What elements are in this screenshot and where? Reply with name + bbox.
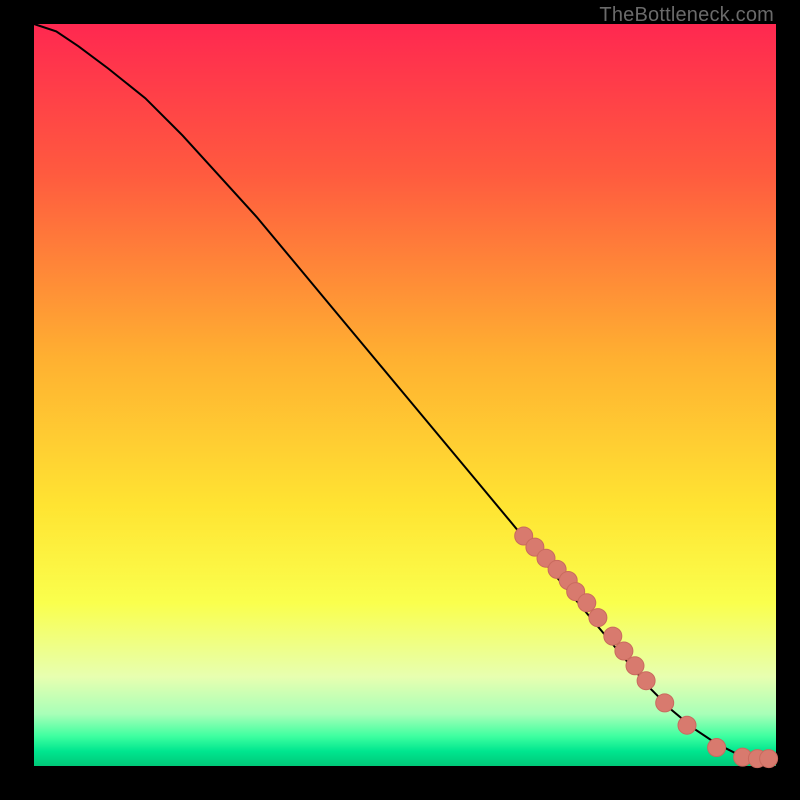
data-point xyxy=(615,642,633,660)
data-point xyxy=(678,716,696,734)
data-point xyxy=(760,750,778,768)
data-point xyxy=(578,594,596,612)
data-point xyxy=(708,739,726,757)
chart-frame: TheBottleneck.com xyxy=(0,0,800,800)
plot-area xyxy=(34,24,776,766)
data-point xyxy=(604,627,622,645)
watermark-text: TheBottleneck.com xyxy=(599,4,774,27)
bottleneck-curve xyxy=(34,24,776,759)
chart-svg xyxy=(34,24,776,766)
data-point xyxy=(626,657,644,675)
data-point xyxy=(589,609,607,627)
data-point xyxy=(656,694,674,712)
data-point xyxy=(637,672,655,690)
highlighted-points-group xyxy=(515,527,778,768)
